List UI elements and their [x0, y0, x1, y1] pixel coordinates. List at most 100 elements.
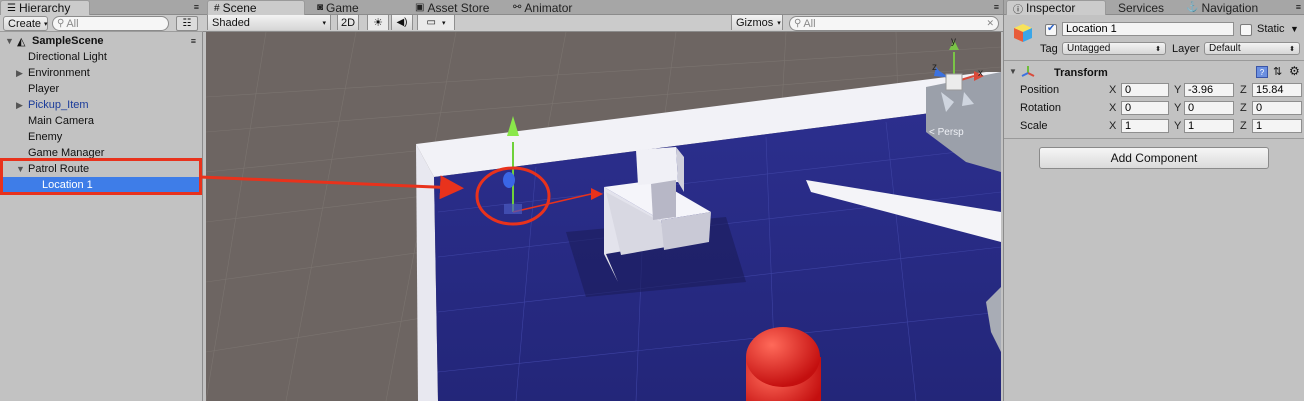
lighting-toggle[interactable]: ☀: [367, 15, 389, 30]
clear-search-icon[interactable]: ✕: [986, 18, 994, 29]
tab-scene[interactable]: # Scene: [207, 0, 305, 15]
dropdown-arrow-icon: ▾: [777, 19, 781, 27]
shading-mode-label: Shaded: [212, 16, 250, 29]
scene-root-row[interactable]: ▼ ◭ SampleScene ≡: [0, 33, 202, 49]
static-label: Static: [1257, 23, 1285, 35]
scene-search[interactable]: ⚲ ✕: [789, 16, 999, 31]
scene-search-input[interactable]: [803, 17, 985, 30]
expand-arrow-icon[interactable]: ▼: [5, 33, 14, 49]
panel-menu-icon[interactable]: ≡: [994, 2, 999, 12]
layer-label: Layer: [1172, 43, 1200, 55]
2d-toggle[interactable]: 2D: [337, 15, 359, 30]
tag-label: Tag: [1040, 43, 1058, 55]
dropdown-arrow-icon[interactable]: ▼: [1290, 24, 1299, 34]
dropdown-arrow-icon: ▾: [441, 19, 446, 27]
add-component-label: Add Component: [1110, 151, 1198, 165]
gizmo-x-label: x: [978, 68, 983, 79]
tag-dropdown[interactable]: Untagged ⬍: [1062, 42, 1166, 55]
layer-dropdown[interactable]: Default ⬍: [1204, 42, 1300, 55]
active-checkbox[interactable]: [1045, 23, 1057, 36]
foldout-arrow-icon[interactable]: ▼: [1009, 67, 1017, 76]
hierarchy-search[interactable]: ⚲: [52, 16, 169, 31]
inspector-tab-bar: ⓘ Inspector Services ⚓ Navigation ≡: [1004, 0, 1304, 16]
panel-menu-icon[interactable]: ≡: [194, 2, 199, 12]
tab-asset-store-label: Asset Store: [427, 0, 490, 15]
tab-game[interactable]: ◙ Game: [311, 0, 365, 15]
tab-inspector[interactable]: ⓘ Inspector: [1006, 0, 1106, 16]
scale-y-field[interactable]: [1184, 119, 1234, 133]
tab-hierarchy[interactable]: ☰ Hierarchy: [0, 0, 90, 15]
gear-icon[interactable]: ⚙: [1289, 64, 1300, 78]
layer-value: Default: [1209, 43, 1241, 54]
rotation-y-field[interactable]: [1184, 101, 1234, 115]
grid-icon: #: [214, 2, 220, 14]
dropdown-arrow-icon: ▾: [322, 19, 326, 27]
annotation-arrow: [199, 175, 464, 200]
hierarchy-item[interactable]: ▶ Pickup_Item: [0, 97, 202, 113]
rotation-y-label: Y: [1174, 102, 1182, 114]
transform-title: Transform: [1054, 67, 1108, 79]
effects-dropdown[interactable]: ▭ ▾: [417, 15, 455, 30]
search-icon: ⚲: [794, 18, 802, 29]
hierarchy-item[interactable]: Enemy: [0, 129, 202, 145]
scene-tab-bar: # Scene ◙ Game ▣ Asset Store ⚯ Animator …: [203, 0, 1003, 15]
preset-icon[interactable]: ⇅: [1273, 65, 1282, 78]
scene-name: SampleScene: [32, 35, 104, 47]
audio-toggle[interactable]: ◀): [391, 15, 413, 30]
shading-mode-dropdown[interactable]: Shaded ▾: [207, 15, 331, 30]
tab-animator[interactable]: ⚯ Animator: [507, 0, 578, 15]
tab-hierarchy-label: Hierarchy: [18, 1, 71, 15]
dropdown-arrow-icon: ⬍: [1289, 45, 1295, 53]
hierarchy-item-label: Directional Light: [28, 51, 107, 63]
gizmos-dropdown[interactable]: Gizmos ▾: [731, 15, 783, 30]
hierarchy-item-label: Environment: [28, 67, 90, 79]
search-icon: ⚲: [57, 18, 65, 29]
tab-navigation[interactable]: ⚓ Navigation: [1180, 0, 1264, 15]
rotation-x-field[interactable]: [1121, 101, 1169, 115]
hierarchy-item[interactable]: Directional Light: [0, 49, 202, 65]
panel-menu-icon[interactable]: ≡: [1296, 2, 1301, 12]
object-name-field[interactable]: [1062, 22, 1234, 36]
filter-icon[interactable]: ☷: [176, 16, 198, 31]
hierarchy-item[interactable]: ▶ Environment: [0, 65, 202, 81]
position-x-field[interactable]: [1121, 83, 1169, 97]
hierarchy-search-input[interactable]: [66, 17, 164, 30]
static-checkbox[interactable]: [1240, 24, 1252, 36]
list-icon: ☰: [7, 2, 16, 14]
reference-book-icon[interactable]: ?: [1256, 66, 1268, 78]
position-y-field[interactable]: [1184, 83, 1234, 97]
scale-x-field[interactable]: [1121, 119, 1169, 133]
gizmo-y-label: y: [951, 36, 956, 47]
hierarchy-item[interactable]: Player: [0, 81, 202, 97]
hierarchy-item-label: Pickup_Item: [28, 99, 89, 111]
position-z-field[interactable]: [1252, 83, 1302, 97]
shopping-bag-icon: ▣: [415, 2, 425, 13]
2d-label: 2D: [340, 16, 356, 29]
tab-services[interactable]: Services: [1112, 0, 1170, 15]
game-controller-icon: ◙: [317, 2, 324, 13]
animator-icon: ⚯: [513, 2, 522, 13]
expand-arrow-icon[interactable]: ▶: [16, 97, 23, 113]
add-component-button[interactable]: Add Component: [1039, 147, 1269, 169]
position-label: Position: [1020, 84, 1060, 96]
component-divider: [1004, 138, 1304, 139]
rotation-label: Rotation: [1020, 102, 1061, 114]
expand-arrow-icon[interactable]: ▶: [16, 65, 23, 81]
tag-value: Untagged: [1067, 43, 1111, 54]
scale-y-label: Y: [1174, 120, 1182, 132]
rotation-z-field[interactable]: [1252, 101, 1302, 115]
tab-scene-label: Scene: [222, 1, 257, 15]
hierarchy-item[interactable]: Main Camera: [0, 113, 202, 129]
hierarchy-item-label: Player: [28, 83, 60, 95]
unity-scene-icon: ◭: [17, 36, 26, 48]
create-label: Create: [8, 17, 42, 30]
hierarchy-toolbar: Create ▾ ⚲ ☷: [0, 15, 203, 32]
scale-z-field[interactable]: [1252, 119, 1302, 133]
scene-panel: # Scene ◙ Game ▣ Asset Store ⚯ Animator …: [199, 0, 1003, 401]
tab-asset-store[interactable]: ▣ Asset Store: [409, 0, 495, 15]
transform-icon: [1020, 64, 1036, 80]
hierarchy-tab-bar: ☰ Hierarchy ≡: [0, 0, 203, 15]
scale-x-label: X: [1109, 120, 1117, 132]
create-dropdown[interactable]: Create ▾: [3, 16, 48, 31]
scene-menu-icon[interactable]: ≡: [191, 33, 196, 49]
